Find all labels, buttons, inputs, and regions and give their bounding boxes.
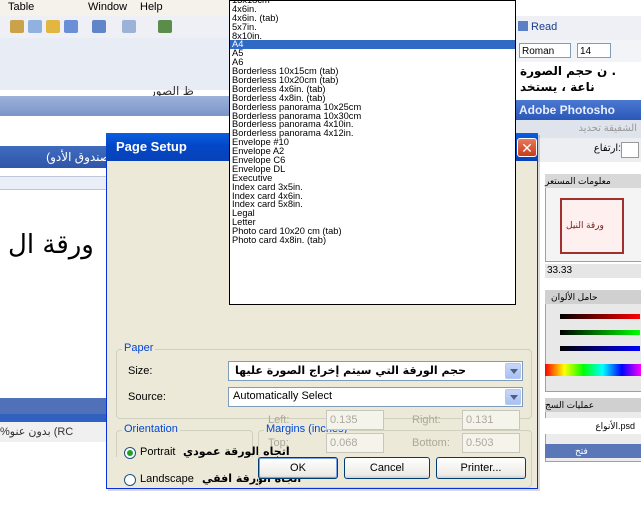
word-title-strip xyxy=(0,96,230,116)
menu-table[interactable]: Table xyxy=(8,1,34,13)
ok-button[interactable]: OK xyxy=(258,457,338,479)
toolbox-caption: (صندوق الأدو xyxy=(0,146,115,168)
copy-icon[interactable] xyxy=(28,20,42,33)
hyperlink-icon[interactable] xyxy=(158,20,172,33)
format-bar: Roman 14 xyxy=(515,40,641,62)
paper-size-option[interactable]: A5 xyxy=(230,49,515,58)
height-label: ارتفاع: xyxy=(593,143,621,154)
printer-button[interactable]: Printer... xyxy=(436,457,526,479)
size-select[interactable]: حجم الورقة التي سيتم إخراج الصورة عليها xyxy=(228,361,523,381)
paper-group xyxy=(116,349,532,419)
landscape-radio[interactable] xyxy=(124,474,136,486)
word-menu-bar: Table Window Help xyxy=(0,0,230,16)
format-painter-icon[interactable] xyxy=(64,20,78,33)
zoom-field[interactable]: 33.33 xyxy=(545,264,641,278)
status-text: %بدون عنو (RC xyxy=(0,422,113,442)
color-panel-tab[interactable]: حامل الألوان xyxy=(545,290,641,304)
read-icon xyxy=(518,21,528,31)
paper-size-option[interactable]: Legal xyxy=(230,209,515,218)
paper-size-option[interactable]: 5x7in. xyxy=(230,22,515,32)
word-toolbar xyxy=(0,16,230,39)
green-slider[interactable] xyxy=(560,330,640,335)
ruler xyxy=(0,176,115,190)
font-size-combo[interactable]: 14 xyxy=(577,43,611,58)
bottom-margin-field[interactable]: 0.503 xyxy=(462,433,520,453)
orientation-group-label: Orientation xyxy=(122,423,180,435)
photoshop-titlebar: Adobe Photosho xyxy=(515,100,641,120)
paper-size-option[interactable]: Index card 5x8in. xyxy=(230,200,515,209)
read-button[interactable]: Read xyxy=(518,18,568,36)
font-size-value: 14 xyxy=(580,46,592,57)
source-label: Source: xyxy=(128,391,166,403)
paper-size-option[interactable]: Envelope DL xyxy=(230,164,515,174)
portrait-radio[interactable] xyxy=(124,447,136,459)
chevron-down-icon[interactable] xyxy=(505,363,521,379)
left-margin-label: Left: xyxy=(268,414,290,426)
top-margin-field[interactable]: 0.068 xyxy=(326,433,384,453)
top-margin-label: Top: xyxy=(268,437,289,449)
paper-group-label: Paper xyxy=(122,342,156,354)
close-icon[interactable]: ✕ xyxy=(517,138,537,157)
document-heading: ورقة ال xyxy=(8,230,94,260)
clipboard-icon[interactable] xyxy=(46,20,60,33)
red-slider[interactable] xyxy=(560,314,640,319)
landscape-label[interactable]: Landscape xyxy=(140,473,194,485)
color-spectrum[interactable] xyxy=(545,364,641,376)
chevron-down-icon[interactable] xyxy=(505,389,521,405)
thumbnail-label: ورقة النيل xyxy=(566,220,604,230)
size-select-value: حجم الورقة التي سيتم إخراج الصورة عليها xyxy=(235,364,466,377)
taskbar-strip-lower xyxy=(0,414,113,422)
taskbar-strip xyxy=(0,398,113,414)
source-select[interactable]: Automatically Select xyxy=(228,387,523,407)
font-name-value: Roman xyxy=(522,46,555,57)
right-margin-label: Right: xyxy=(412,414,441,426)
paper-size-option[interactable]: A4 xyxy=(230,40,515,50)
paper-size-option[interactable]: 8x10in. xyxy=(230,31,515,41)
menu-help[interactable]: Help xyxy=(140,1,163,13)
right-margin-field[interactable]: 0.131 xyxy=(462,410,520,430)
navigator-tabs[interactable]: معلومات المستعر xyxy=(545,174,641,188)
layer-row[interactable]: الأنواع.psd xyxy=(545,418,641,434)
document-text-right-1: ن حجم الصورة . xyxy=(520,64,617,78)
cancel-button[interactable]: Cancel xyxy=(344,457,430,479)
portrait-label[interactable]: Portrait xyxy=(140,446,175,458)
paper-size-option[interactable]: Photo card 4x8in. (tab) xyxy=(230,235,515,245)
paper-size-items: 13x18cm 4x6in. 4x6in. (tab) 5x7in. 8x10in. A4… xyxy=(230,1,515,245)
paper-size-option[interactable]: 4x6in. (tab) xyxy=(230,13,515,23)
undo-icon[interactable] xyxy=(92,20,106,33)
menu-window[interactable]: Window xyxy=(88,1,127,13)
size-label: Size: xyxy=(128,365,153,377)
word-document-area xyxy=(0,38,230,90)
document-text-right-2: ناعة ، يستخد xyxy=(520,80,595,94)
left-margin-field[interactable]: 0.135 xyxy=(326,410,384,430)
layers-tabs[interactable]: عمليات السج xyxy=(545,398,641,412)
read-label: Read xyxy=(531,21,558,33)
blue-slider[interactable] xyxy=(560,346,640,351)
open-button[interactable]: فتح xyxy=(545,444,641,458)
redo-icon[interactable] xyxy=(122,20,136,33)
paper-size-list[interactable]: 13x18cm 4x6in. 4x6in. (tab) 5x7in. 8x10in. A4… xyxy=(229,0,516,305)
color-panel xyxy=(545,290,641,392)
bottom-margin-label: Bottom: xyxy=(412,437,450,449)
font-name-combo[interactable]: Roman xyxy=(519,43,571,58)
height-field[interactable] xyxy=(621,142,639,158)
paste-icon[interactable] xyxy=(10,20,24,33)
source-select-value: Automatically Select xyxy=(233,390,333,402)
